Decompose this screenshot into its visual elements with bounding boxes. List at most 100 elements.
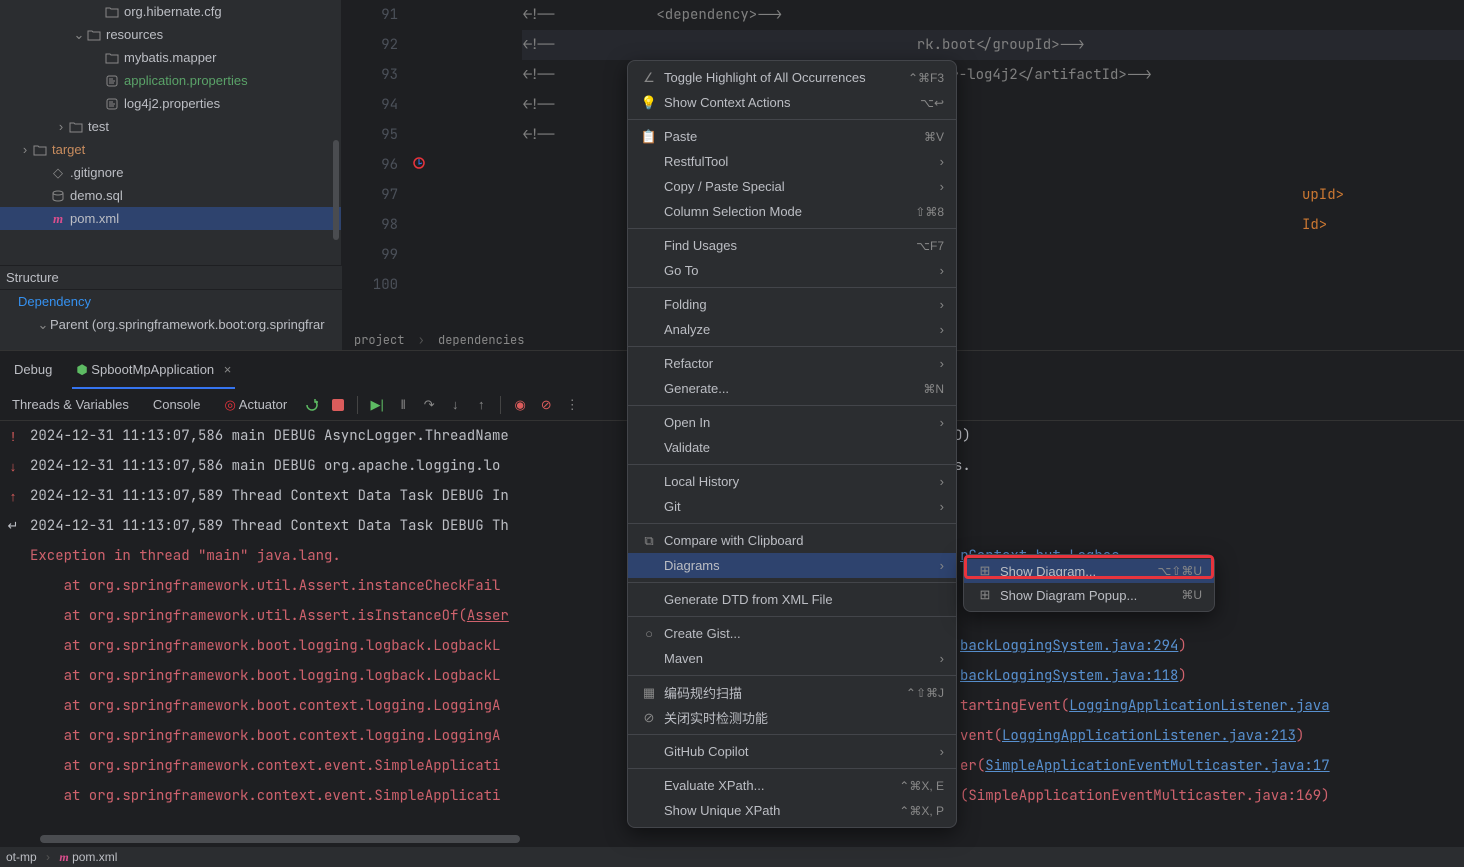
- chevron-down-icon[interactable]: ⌄: [72, 27, 86, 43]
- menu-shortcut: ⌥F7: [916, 239, 944, 253]
- menu-label: Go To: [664, 263, 940, 278]
- rerun-icon[interactable]: [301, 394, 323, 416]
- menu-item[interactable]: Open In›: [628, 410, 956, 435]
- menu-item[interactable]: Diagrams›: [628, 553, 956, 578]
- tree-item[interactable]: org.hibernate.cfg: [0, 0, 341, 23]
- tree-item[interactable]: demo.sql: [0, 184, 341, 207]
- menu-item[interactable]: Go To›: [628, 258, 956, 283]
- menu-item[interactable]: Local History›: [628, 469, 956, 494]
- menu-label: Copy / Paste Special: [664, 179, 940, 194]
- tree-item[interactable]: ◇.gitignore: [0, 161, 341, 184]
- tree-item[interactable]: mpom.xml: [0, 207, 341, 230]
- resume-icon[interactable]: ▶|: [366, 394, 388, 416]
- menu-item[interactable]: Refactor›: [628, 351, 956, 376]
- menu-shortcut: ⌘V: [924, 130, 944, 144]
- chevron-right-icon[interactable]: ›: [54, 119, 68, 134]
- editor-breadcrumb[interactable]: project › dependencies: [354, 330, 524, 350]
- horizontal-scrollbar[interactable]: [40, 835, 1454, 843]
- tree-item[interactable]: ⌄resources: [0, 23, 341, 46]
- menu-item[interactable]: Evaluate XPath...⌃⌘X, E: [628, 773, 956, 798]
- view-breakpoints-icon[interactable]: ◉: [509, 394, 531, 416]
- menu-shortcut: ⌃⌘F3: [908, 71, 944, 85]
- up-arrow-icon[interactable]: ↑: [0, 481, 26, 511]
- run-tab[interactable]: ⬢ SpbootMpApplication ×: [64, 351, 243, 389]
- menu-item[interactable]: ∠Toggle Highlight of All Occurrences⌃⌘F3: [628, 65, 956, 90]
- tree-item-label: application.properties: [124, 73, 248, 88]
- menu-item[interactable]: Folding›: [628, 292, 956, 317]
- prop-icon: [104, 73, 120, 89]
- chevron-down-icon[interactable]: ⌄: [36, 317, 50, 333]
- code-line[interactable]: <!-- rk.boot</groupId>-->: [522, 30, 1464, 60]
- soft-wrap-icon[interactable]: ↵: [0, 511, 26, 541]
- submenu-item[interactable]: ⊞Show Diagram...⌥⇧⌘U: [964, 559, 1214, 583]
- structure-item[interactable]: ⌄Parent (org.springframework.boot:org.sp…: [0, 313, 342, 336]
- status-file[interactable]: pom.xml: [72, 850, 117, 864]
- menu-item[interactable]: Git›: [628, 494, 956, 519]
- debug-tab[interactable]: Debug: [2, 351, 64, 389]
- menu-item[interactable]: ○Create Gist...: [628, 621, 956, 646]
- structure-item[interactable]: Dependency: [0, 290, 342, 313]
- menu-label: RestfulTool: [664, 154, 940, 169]
- run-tab-label: SpbootMpApplication: [91, 362, 214, 377]
- menu-item[interactable]: Analyze›: [628, 317, 956, 342]
- step-into-icon[interactable]: ↓: [444, 394, 466, 416]
- menu-label: Diagrams: [664, 558, 940, 573]
- menu-item[interactable]: Validate: [628, 435, 956, 460]
- status-project[interactable]: ot-mp: [6, 850, 37, 864]
- tree-item[interactable]: application.properties: [0, 69, 341, 92]
- scrollbar-thumb[interactable]: [40, 835, 520, 843]
- menu-shortcut: ⌃⌘X, E: [899, 779, 944, 793]
- console-tab[interactable]: Console: [143, 393, 211, 417]
- step-over-icon[interactable]: ↷: [418, 394, 440, 416]
- menu-item[interactable]: Column Selection Mode⇧⌘8: [628, 199, 956, 224]
- menu-item[interactable]: RestfulTool›: [628, 149, 956, 174]
- chevron-right-icon: ›: [940, 263, 944, 278]
- line-number: 93: [342, 60, 414, 90]
- tree-item[interactable]: log4j2.properties: [0, 92, 341, 115]
- menu-label: Local History: [664, 474, 940, 489]
- menu-item[interactable]: Copy / Paste Special›: [628, 174, 956, 199]
- menu-label: 编码规约扫描: [664, 683, 906, 702]
- chevron-right-icon: ›: [940, 322, 944, 337]
- menu-item[interactable]: Generate DTD from XML File: [628, 587, 956, 612]
- code-line[interactable]: <!-- <dependency>-->: [522, 0, 1464, 30]
- structure-label: Dependency: [18, 294, 91, 309]
- breadcrumb-item[interactable]: dependencies: [438, 332, 524, 348]
- down-arrow-icon[interactable]: ↓: [0, 451, 26, 481]
- error-icon[interactable]: !: [0, 421, 26, 451]
- menu-item[interactable]: 📋Paste⌘V: [628, 124, 956, 149]
- menu-item[interactable]: Maven›: [628, 646, 956, 671]
- actuator-icon: ◎: [225, 397, 236, 412]
- status-bar: ot-mp › m pom.xml: [0, 847, 1464, 867]
- menu-item[interactable]: ⊘关闭实时检测功能: [628, 705, 956, 730]
- pause-icon[interactable]: ‖: [392, 394, 414, 416]
- line-number: 97: [342, 180, 414, 210]
- menu-item[interactable]: GitHub Copilot›: [628, 739, 956, 764]
- submenu-item[interactable]: ⊞Show Diagram Popup...⌘U: [964, 583, 1214, 607]
- diagram-icon: ⊞: [976, 563, 994, 579]
- diagrams-submenu[interactable]: ⊞Show Diagram...⌥⇧⌘U⊞Show Diagram Popup.…: [963, 554, 1215, 612]
- stop-icon[interactable]: [327, 394, 349, 416]
- project-tree[interactable]: org.hibernate.cfg⌄resourcesmybatis.mappe…: [0, 0, 342, 265]
- chevron-right-icon[interactable]: ›: [18, 142, 32, 157]
- menu-item[interactable]: ▦编码规约扫描⌃⇧⌘J: [628, 680, 956, 705]
- menu-item[interactable]: ⧉Compare with Clipboard: [628, 528, 956, 553]
- step-out-icon[interactable]: ↑: [470, 394, 492, 416]
- actuator-tab[interactable]: ◎ Actuator: [215, 393, 298, 417]
- tree-item[interactable]: ›test: [0, 115, 341, 138]
- menu-item[interactable]: Show Unique XPath⌃⌘X, P: [628, 798, 956, 823]
- folder-icon: [104, 50, 120, 66]
- close-icon[interactable]: ×: [224, 362, 232, 377]
- mute-breakpoints-icon[interactable]: ⊘: [535, 394, 557, 416]
- menu-item[interactable]: Generate...⌘N: [628, 376, 956, 401]
- context-menu[interactable]: ∠Toggle Highlight of All Occurrences⌃⌘F3…: [627, 60, 957, 828]
- implement-icon[interactable]: [412, 156, 428, 172]
- breadcrumb-item[interactable]: project: [354, 332, 404, 348]
- tree-item[interactable]: ›target: [0, 138, 341, 161]
- threads-tab[interactable]: Threads & Variables: [2, 393, 139, 417]
- scrollbar-thumb[interactable]: [333, 140, 339, 240]
- tree-item[interactable]: mybatis.mapper: [0, 46, 341, 69]
- menu-item[interactable]: 💡Show Context Actions⌥↩: [628, 90, 956, 115]
- more-icon[interactable]: ⋮: [561, 394, 583, 416]
- menu-item[interactable]: Find Usages⌥F7: [628, 233, 956, 258]
